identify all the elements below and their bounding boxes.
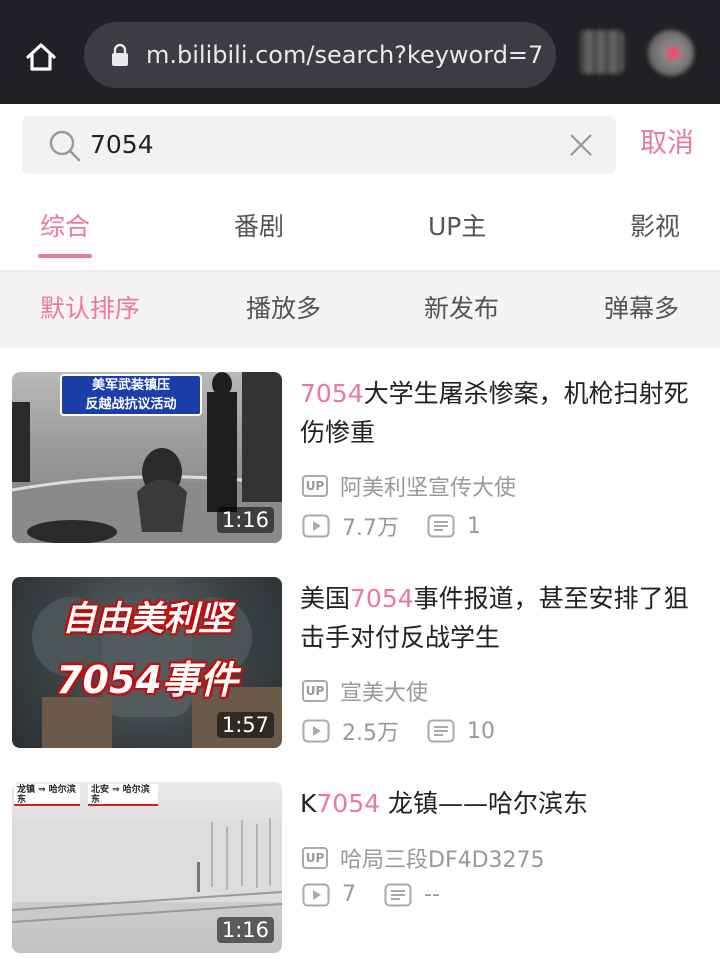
- url-text: m.bilibili.com/search?keyword=7: [146, 41, 544, 69]
- profile-avatar[interactable]: [648, 30, 694, 76]
- tab-all[interactable]: 综合: [40, 210, 90, 244]
- tab-bangumi[interactable]: 番剧: [234, 210, 284, 244]
- duration-badge: 1:16: [216, 507, 274, 533]
- video-thumbnail[interactable]: 龙镇 ⇒ 哈尔滨东 北安 ⇒ 哈尔滨东 1:16: [12, 782, 282, 953]
- up-badge: UP: [302, 680, 328, 702]
- address-bar[interactable]: m.bilibili.com/search?keyword=7: [84, 22, 556, 88]
- lock-icon: [106, 41, 134, 69]
- video-thumbnail[interactable]: 自由美利坚 7054事件 1:57: [12, 577, 282, 748]
- search-tabs: 综合 番剧 UP主 影视: [0, 184, 720, 272]
- sort-default[interactable]: 默认排序: [40, 292, 140, 326]
- thumbnail-text: 美军武装镇压: [91, 378, 170, 393]
- duration-badge: 1:57: [216, 712, 274, 738]
- tabs-count-icon[interactable]: [580, 30, 624, 74]
- view-count: 2.5万: [342, 721, 399, 746]
- uploader-row[interactable]: UP 哈局三段DF4D3275: [302, 842, 545, 874]
- sort-most-danmaku[interactable]: 弹幕多: [604, 292, 679, 326]
- sort-bar: 默认排序 播放多 新发布 弹幕多: [0, 272, 720, 348]
- uploader-name: 哈局三段DF4D3275: [340, 848, 545, 873]
- list-item[interactable]: 龙镇 ⇒ 哈尔滨东 北安 ⇒ 哈尔滨东 1:16 K7054 龙镇——哈尔滨东 …: [0, 782, 720, 959]
- browser-toolbar: m.bilibili.com/search?keyword=7: [0, 0, 720, 104]
- uploader-name: 宣美大使: [340, 681, 429, 706]
- results-list: 美军武装镇压 反越战抗议活动 1:16 7054大学生屠杀惨案，机枪扫射死伤惨重…: [0, 348, 720, 959]
- search-icon: [48, 129, 82, 163]
- view-count: 7: [342, 882, 356, 907]
- stats-row: 2.5万 10: [302, 715, 523, 747]
- tab-film[interactable]: 影视: [630, 210, 680, 244]
- uploader-row[interactable]: UP 阿美利坚宣传大使: [302, 470, 516, 502]
- video-title[interactable]: 7054大学生屠杀惨案，机枪扫射死伤惨重: [300, 374, 700, 452]
- danmaku-count: --: [424, 882, 440, 907]
- danmaku-count: 1: [467, 513, 481, 539]
- video-thumbnail[interactable]: 美军武装镇压 反越战抗议活动 1:16: [12, 372, 282, 543]
- duration-badge: 1:16: [216, 917, 274, 943]
- title-text: 龙镇——哈尔滨东: [380, 789, 588, 818]
- uploader-name: 阿美利坚宣传大使: [340, 476, 517, 501]
- up-badge: UP: [302, 475, 328, 497]
- keyword-highlight: 7054: [300, 379, 364, 408]
- stats-row: 7.7万 1: [302, 510, 509, 542]
- video-title[interactable]: 美国7054事件报道，甚至安排了狙击手对付反战学生: [300, 579, 700, 657]
- danmaku-icon: [427, 719, 455, 743]
- search-box[interactable]: 7054: [22, 116, 616, 174]
- search-input[interactable]: 7054: [90, 116, 530, 174]
- view-count: 7.7万: [342, 516, 399, 541]
- thumbnail-text: 自由美利坚: [62, 599, 232, 639]
- stats-row: 7 --: [302, 882, 468, 907]
- title-prefix: 美国: [300, 584, 351, 613]
- list-item[interactable]: 自由美利坚 7054事件 1:57 美国7054事件报道，甚至安排了狙击手对付反…: [0, 577, 720, 767]
- keyword-highlight: 7054: [350, 584, 414, 613]
- play-count-icon: [302, 719, 330, 743]
- list-item[interactable]: 美军武装镇压 反越战抗议活动 1:16 7054大学生屠杀惨案，机枪扫射死伤惨重…: [0, 372, 720, 562]
- tab-up[interactable]: UP主: [428, 210, 486, 244]
- up-badge: UP: [302, 847, 328, 869]
- video-title[interactable]: K7054 龙镇——哈尔滨东: [300, 784, 700, 823]
- danmaku-icon: [427, 514, 455, 538]
- thumbnail-text: 北安 ⇒ 哈尔滨东: [88, 784, 158, 806]
- home-icon[interactable]: [18, 34, 64, 80]
- thumbnail-text: 7054事件: [56, 658, 238, 702]
- sort-most-played[interactable]: 播放多: [246, 292, 321, 326]
- play-count-icon: [302, 514, 330, 538]
- sort-newest[interactable]: 新发布: [424, 292, 499, 326]
- active-tab-indicator: [38, 254, 92, 258]
- thumbnail-text: 反越战抗议活动: [85, 397, 177, 412]
- cancel-button[interactable]: 取消: [640, 124, 694, 164]
- play-count-icon: [302, 883, 330, 906]
- search-header: 7054: [0, 104, 720, 184]
- danmaku-icon: [384, 883, 412, 906]
- thumbnail-banner: 美军武装镇压 反越战抗议活动: [60, 374, 202, 416]
- thumbnail-text: 龙镇 ⇒ 哈尔滨东: [14, 784, 80, 806]
- keyword-highlight: 7054: [316, 789, 381, 818]
- close-icon[interactable]: [566, 130, 596, 160]
- danmaku-count: 10: [467, 718, 495, 744]
- title-prefix: K: [300, 789, 317, 818]
- uploader-row[interactable]: UP 宣美大使: [302, 675, 428, 707]
